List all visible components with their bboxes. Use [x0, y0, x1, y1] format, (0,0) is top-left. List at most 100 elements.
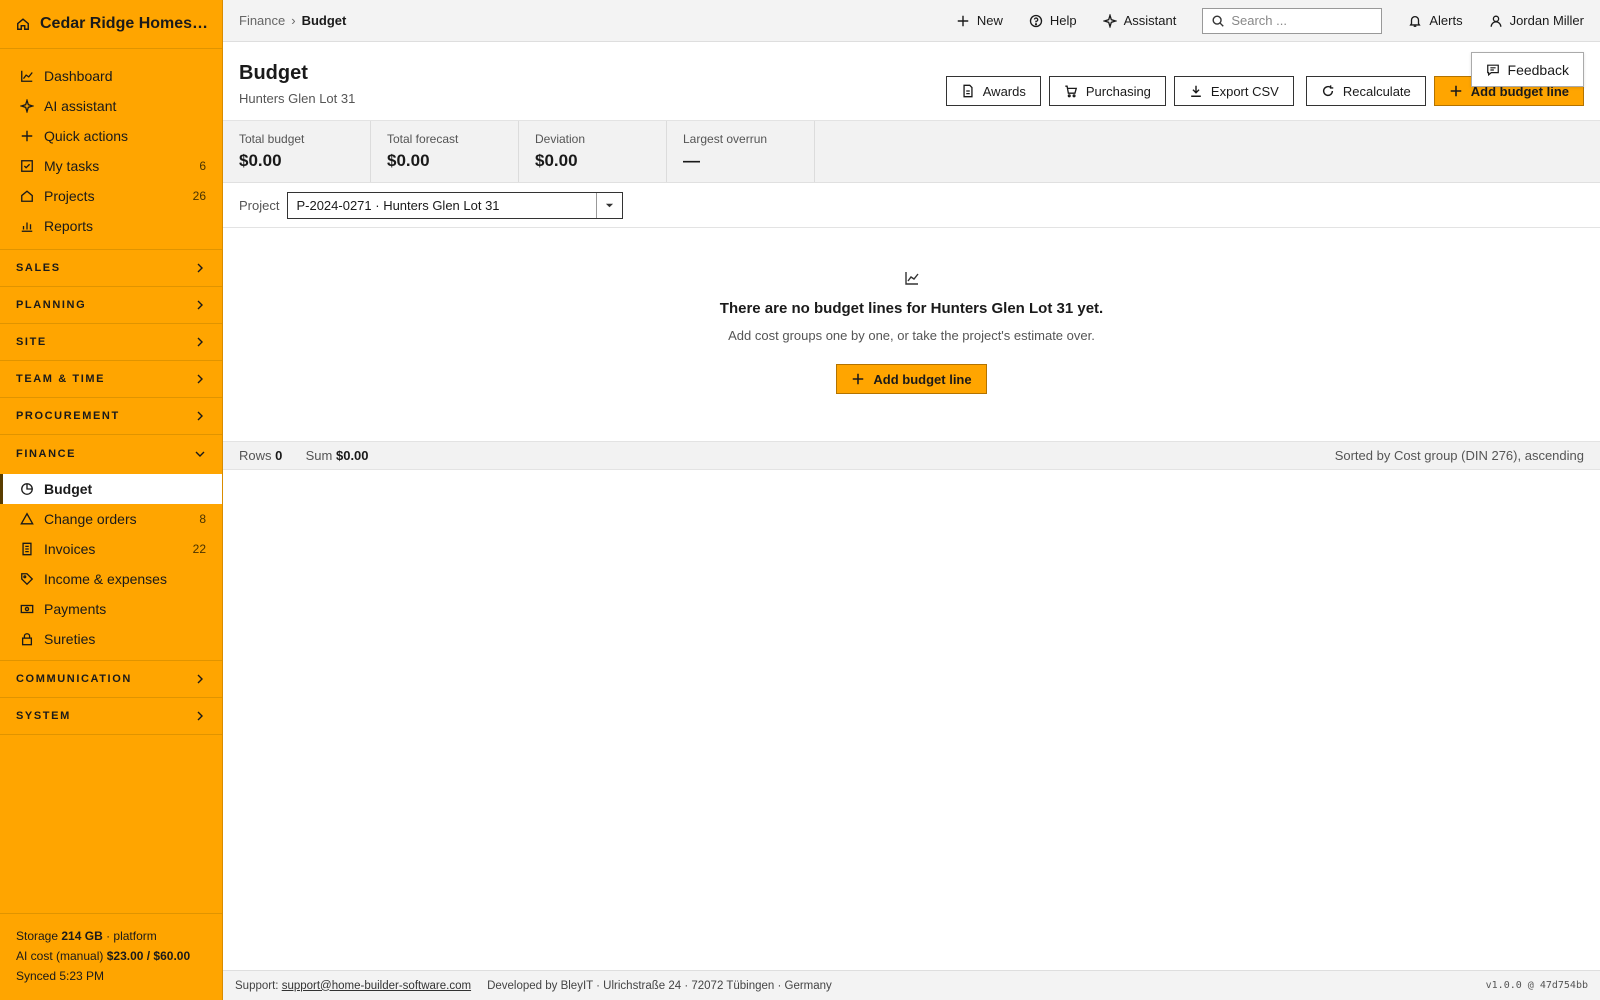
- kpi-strip: Total budget $0.00 Total forecast $0.00 …: [223, 121, 1600, 183]
- document-icon: [961, 84, 975, 98]
- help-label: Help: [1049, 13, 1077, 28]
- help-circle-icon: [1029, 14, 1043, 28]
- section-label: SITE: [16, 336, 47, 348]
- user-menu[interactable]: Jordan Miller: [1489, 13, 1584, 28]
- storage-info: Storage 214 GB · platform: [16, 926, 206, 946]
- chevron-right-icon: [194, 673, 206, 685]
- assistant-label: Assistant: [1123, 13, 1177, 28]
- chevron-down-icon: [194, 448, 206, 460]
- sidebar-item-count: 26: [192, 189, 206, 203]
- export-csv-button[interactable]: Export CSV: [1173, 76, 1294, 106]
- awards-button[interactable]: Awards: [945, 76, 1041, 106]
- caret-down-icon[interactable]: [596, 192, 622, 218]
- sidebar: Cedar Ridge Homes L... Dashboard AI assi…: [0, 0, 223, 1000]
- alerts-button[interactable]: Alerts: [1408, 13, 1463, 28]
- sidebar-item-reports[interactable]: Reports: [0, 211, 222, 241]
- project-select[interactable]: P-2024-0271 · Hunters Glen Lot 31: [287, 191, 624, 219]
- chat-bubble-icon: [1486, 63, 1500, 77]
- sidebar-top-nav: Dashboard AI assistant Quick actions My …: [0, 49, 222, 250]
- kpi-label: Total forecast: [387, 132, 459, 146]
- kpi-value: $0.00: [535, 151, 578, 170]
- kpi-value: $0.00: [387, 151, 430, 170]
- recalculate-button[interactable]: Recalculate: [1305, 76, 1426, 106]
- version-info: v1.0.0 @ 47d754bb: [1485, 980, 1588, 991]
- sidebar-item-label: Budget: [44, 481, 93, 497]
- empty-add-budget-line-button[interactable]: Add budget line: [836, 364, 987, 394]
- purchasing-label: Purchasing: [1085, 83, 1151, 99]
- bar-chart-icon: [20, 219, 34, 233]
- new-button[interactable]: New: [956, 13, 1003, 28]
- breadcrumb-finance[interactable]: Finance: [239, 13, 285, 28]
- chevron-right-icon: [194, 262, 206, 274]
- sidebar-item-quick-actions[interactable]: Quick actions: [0, 121, 222, 151]
- ai-cost-info: AI cost (manual) $23.00 / $60.00: [16, 946, 206, 966]
- chevron-right-icon: [194, 710, 206, 722]
- lock-icon: [20, 632, 34, 646]
- sidebar-item-count: 6: [199, 159, 206, 173]
- sidebar-item-label: Projects: [44, 188, 95, 204]
- section-procurement[interactable]: PROCUREMENT: [0, 398, 222, 435]
- cart-icon: [1064, 84, 1078, 98]
- feedback-label: Feedback: [1507, 61, 1569, 78]
- sidebar-item-sureties[interactable]: Sureties: [0, 624, 222, 654]
- sidebar-item-my-tasks[interactable]: My tasks 6: [0, 151, 222, 181]
- page-header: Budget Hunters Glen Lot 31 Awards Purcha…: [223, 42, 1600, 121]
- kpi-label: Deviation: [535, 132, 586, 146]
- brand[interactable]: Cedar Ridge Homes L...: [0, 0, 222, 49]
- warning-triangle-icon: [20, 512, 34, 526]
- search-input[interactable]: [1231, 13, 1372, 28]
- chevron-right-icon: [194, 299, 206, 311]
- sidebar-item-change-orders[interactable]: Change orders 8: [0, 504, 222, 534]
- empty-state-description: Add cost groups one by one, or take the …: [728, 328, 1095, 343]
- section-planning[interactable]: PLANNING: [0, 287, 222, 324]
- ai-cost-value: $23.00 / $60.00: [106, 949, 191, 963]
- refresh-icon: [1321, 84, 1335, 98]
- kpi-label: Largest overrun: [683, 132, 768, 146]
- empty-state-title: There are no budget lines for Hunters Gl…: [719, 300, 1104, 317]
- table-summary: Rows 0 Sum $0.00: [239, 448, 369, 463]
- section-sales[interactable]: SALES: [0, 250, 222, 287]
- feedback-button[interactable]: Feedback: [1470, 52, 1584, 87]
- user-icon: [1489, 14, 1503, 28]
- ai-cost-label: AI cost (manual): [16, 949, 104, 963]
- breadcrumb-current: Budget: [301, 13, 347, 28]
- sidebar-item-income-expenses[interactable]: Income & expenses: [0, 564, 222, 594]
- top-actions: New Help Assistant Alerts Jordan Miller: [956, 7, 1584, 34]
- topbar: Finance › Budget New Help Assistant Sear…: [223, 0, 1600, 42]
- sidebar-item-invoices[interactable]: Invoices 22: [0, 534, 222, 564]
- sidebar-item-label: Income & expenses: [44, 571, 167, 587]
- developer-info: Developed by BleyIT · Ulrichstraße 24 · …: [487, 979, 832, 992]
- chart-line-icon: [20, 69, 34, 83]
- sidebar-item-label: Reports: [44, 218, 94, 234]
- sidebar-item-projects[interactable]: Projects 26: [0, 181, 222, 211]
- plus-icon: [851, 372, 865, 386]
- section-site[interactable]: SITE: [0, 324, 222, 361]
- storage-value: 214 GB: [61, 929, 103, 943]
- checkbox-icon: [20, 159, 34, 173]
- assistant-button[interactable]: Assistant: [1102, 13, 1177, 28]
- section-team-time[interactable]: TEAM & TIME: [0, 361, 222, 398]
- section-system[interactable]: SYSTEM: [0, 698, 222, 735]
- banknote-icon: [20, 602, 34, 616]
- home-icon: [16, 17, 30, 31]
- section-label: PROCUREMENT: [16, 410, 120, 422]
- search-box[interactable]: [1202, 7, 1383, 34]
- house-icon: [20, 189, 34, 203]
- section-finance[interactable]: FINANCE: [0, 435, 222, 472]
- section-label: FINANCE: [16, 447, 77, 460]
- sidebar-item-dashboard[interactable]: Dashboard: [0, 61, 222, 91]
- section-label: PLANNING: [16, 299, 87, 311]
- table-statusbar: Rows 0 Sum $0.00 Sorted by Cost group (D…: [223, 442, 1600, 470]
- purchasing-button[interactable]: Purchasing: [1048, 76, 1166, 106]
- sidebar-item-payments[interactable]: Payments: [0, 594, 222, 624]
- chevron-right-icon: [194, 336, 206, 348]
- support-email-link[interactable]: support@home-builder-software.com: [282, 980, 471, 992]
- sidebar-item-budget[interactable]: Budget: [0, 474, 222, 504]
- sidebar-item-ai-assistant[interactable]: AI assistant: [0, 91, 222, 121]
- section-communication[interactable]: COMMUNICATION: [0, 661, 222, 698]
- section-label: COMMUNICATION: [16, 673, 132, 685]
- sort-info: Sorted by Cost group (DIN 276), ascendin…: [1334, 448, 1584, 463]
- export-label: Export CSV: [1210, 83, 1279, 99]
- awards-label: Awards: [982, 83, 1026, 99]
- help-button[interactable]: Help: [1029, 13, 1077, 28]
